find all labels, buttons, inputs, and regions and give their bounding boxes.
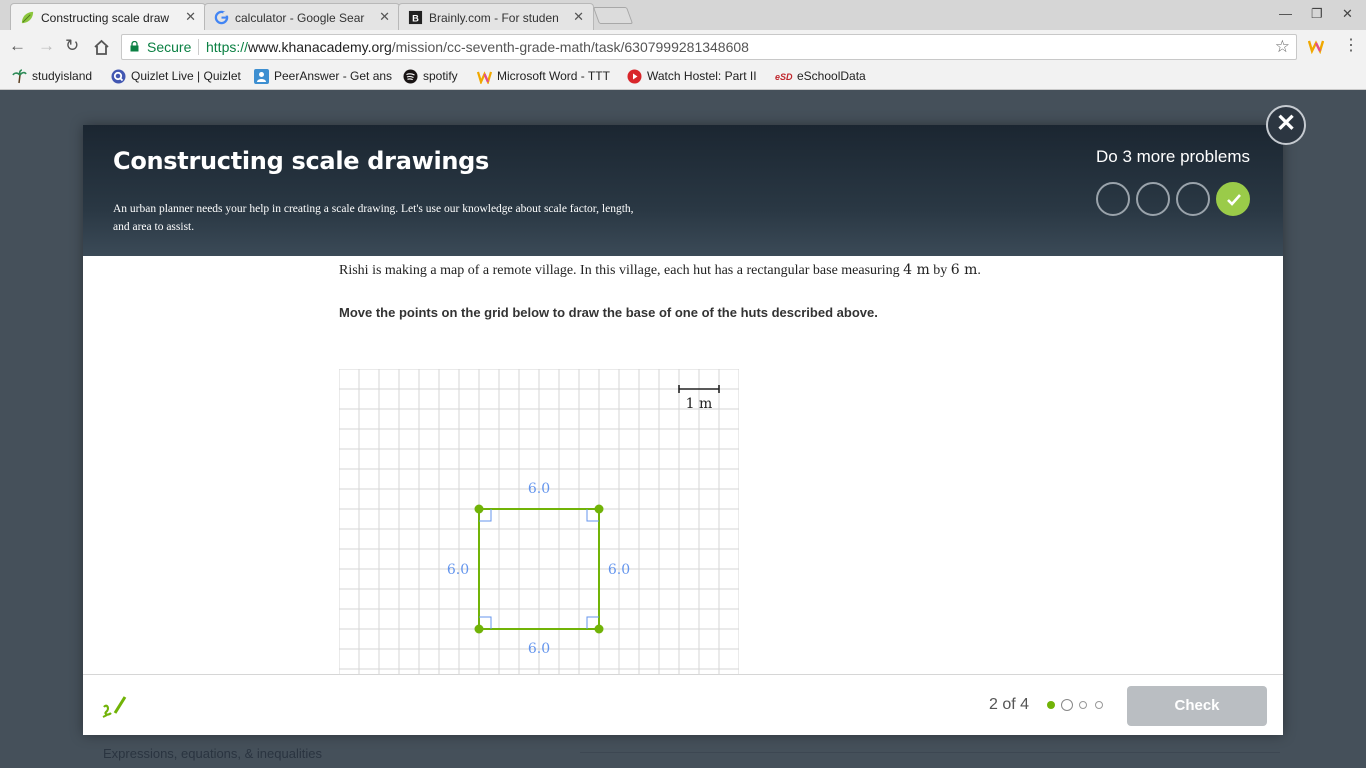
step-counter: 2 of 4 [989, 696, 1030, 713]
extension-w-icon[interactable] [1308, 38, 1324, 54]
tab-close-icon[interactable]: ✕ [573, 9, 584, 25]
side-length-left: 6.0 [447, 562, 469, 578]
secure-label: Secure [147, 39, 192, 55]
chrome-menu-icon[interactable]: ⋮ [1343, 37, 1359, 55]
address-bar[interactable]: Secure https://www.khanacademy.org/missi… [121, 34, 1297, 60]
spotify-icon [403, 69, 418, 84]
bookmark-label: Microsoft Word - TTT [497, 69, 610, 83]
peeranswer-icon [254, 69, 269, 84]
graph-area[interactable]: 1 m 6.0 6.0 6.0 6.0 [339, 369, 739, 674]
dimension-b: 6 m [950, 262, 978, 278]
url-host: www.khanacademy.org [248, 39, 392, 55]
checkmark-icon [1227, 194, 1241, 206]
progress-circle-empty [1096, 182, 1130, 216]
quizlet-icon [111, 69, 126, 84]
scale-bar-label: 1 m [686, 396, 713, 412]
tab-title: Constructing scale draw [41, 11, 170, 25]
question-instruction: Move the points on the grid below to dra… [339, 305, 878, 320]
draggable-point[interactable] [594, 504, 604, 514]
home-icon[interactable] [93, 39, 110, 55]
restore-icon[interactable]: ❐ [1311, 6, 1323, 22]
progress-circle-complete [1216, 182, 1250, 216]
bookmark-label: Quizlet Live | Quizlet [131, 69, 241, 83]
bookmark-eschooldata[interactable]: eSD eSchoolData [775, 68, 866, 86]
bookmark-microsoft-word[interactable]: Microsoft Word - TTT [475, 68, 613, 86]
side-length-right: 6.0 [608, 562, 630, 578]
bookmarks-bar: studyisland Quizlet Live | Quizlet PeerA… [0, 63, 1366, 90]
bookmark-label: PeerAnswer - Get ans [274, 69, 392, 83]
tab-close-icon[interactable]: ✕ [185, 9, 196, 25]
minimize-icon[interactable]: — [1279, 6, 1292, 21]
background-unit-link[interactable]: Expressions, equations, & inequalities [103, 746, 322, 761]
bookmark-label: eSchoolData [797, 69, 866, 83]
new-tab-button[interactable] [592, 7, 634, 24]
background-divider [580, 752, 1280, 753]
lock-icon [130, 41, 139, 52]
bookmark-label: Watch Hostel: Part II [647, 69, 757, 83]
question-text: Rishi is making a map of a remote villag… [339, 262, 981, 279]
step-dot-current [1061, 699, 1073, 711]
progress-circle-empty [1136, 182, 1170, 216]
bookmark-label: spotify [423, 69, 458, 83]
address-divider [198, 39, 199, 55]
close-modal-button[interactable]: ✕ [1266, 105, 1306, 145]
page-title: Constructing scale drawings [113, 147, 490, 175]
bookmark-watch-hostel[interactable]: Watch Hostel: Part II [625, 68, 763, 86]
draggable-point[interactable] [474, 504, 484, 514]
step-dot-empty [1079, 701, 1087, 709]
tab-title: Brainly.com - For studen [429, 11, 559, 25]
check-button[interactable]: Check [1127, 686, 1267, 726]
bookmark-quizlet[interactable]: Quizlet Live | Quizlet [109, 68, 241, 86]
modal-footer: 2 of 4 Check [83, 674, 1283, 735]
exercise-modal: Constructing scale drawings An urban pla… [83, 125, 1283, 735]
reload-icon[interactable]: ↻ [65, 37, 79, 55]
tab-close-icon[interactable]: ✕ [379, 9, 390, 25]
url-text[interactable]: https://www.khanacademy.org/mission/cc-s… [206, 35, 749, 59]
bookmark-spotify[interactable]: spotify [401, 68, 458, 86]
esd-icon: eSD [775, 72, 793, 82]
back-arrow-icon[interactable]: ← [9, 37, 26, 55]
bookmark-label: studyisland [32, 69, 93, 83]
google-g-icon [214, 10, 229, 25]
play-icon [627, 69, 642, 84]
forward-arrow-icon[interactable]: → [38, 37, 55, 55]
scratchpad-pencil-icon[interactable] [101, 693, 127, 719]
side-length-top: 6.0 [528, 481, 550, 497]
window-close-icon[interactable]: ✕ [1342, 6, 1353, 22]
question-text-mid: by [929, 263, 951, 278]
dimension-a: 4 m [903, 262, 930, 278]
step-dot-empty [1095, 701, 1103, 709]
url-protocol: https:// [206, 39, 249, 55]
bookmark-star-icon[interactable]: ☆ [1275, 35, 1290, 59]
svg-text:B: B [412, 13, 419, 23]
interactive-grid[interactable]: 1 m 6.0 6.0 6.0 6.0 [339, 369, 739, 674]
palm-tree-icon [12, 69, 27, 84]
side-length-bottom: 6.0 [528, 641, 550, 657]
progress-circle-empty [1176, 182, 1210, 216]
brainly-icon: B [408, 10, 423, 25]
modal-header: Constructing scale drawings An urban pla… [83, 125, 1283, 256]
tab-google-calculator[interactable]: calculator - Google Sear ✕ [204, 3, 400, 30]
progress-label: Do 3 more problems [1095, 147, 1250, 166]
question-text-after: . [977, 263, 981, 278]
url-path: /mission/cc-seventh-grade-math/task/6307… [391, 39, 749, 55]
draggable-point[interactable] [594, 624, 604, 634]
bookmark-studyisland[interactable]: studyisland [10, 68, 92, 86]
tab-khan-academy[interactable]: Constructing scale draw ✕ [10, 3, 206, 30]
svg-text:eSD: eSD [775, 72, 793, 82]
modal-description: An urban planner needs your help in crea… [113, 203, 634, 233]
question-text-before: Rishi is making a map of a remote villag… [339, 263, 904, 278]
step-dot-filled [1047, 701, 1055, 709]
w-logo-icon [477, 71, 492, 84]
tab-title: calculator - Google Sear [235, 11, 365, 25]
tab-brainly[interactable]: B Brainly.com - For studen ✕ [398, 3, 594, 30]
bookmark-peeranswer[interactable]: PeerAnswer - Get ans [252, 68, 392, 86]
khan-leaf-icon [21, 11, 34, 24]
draggable-point[interactable] [474, 624, 484, 634]
browser-tab-strip: Constructing scale draw ✕ calculator - G… [0, 0, 1366, 30]
